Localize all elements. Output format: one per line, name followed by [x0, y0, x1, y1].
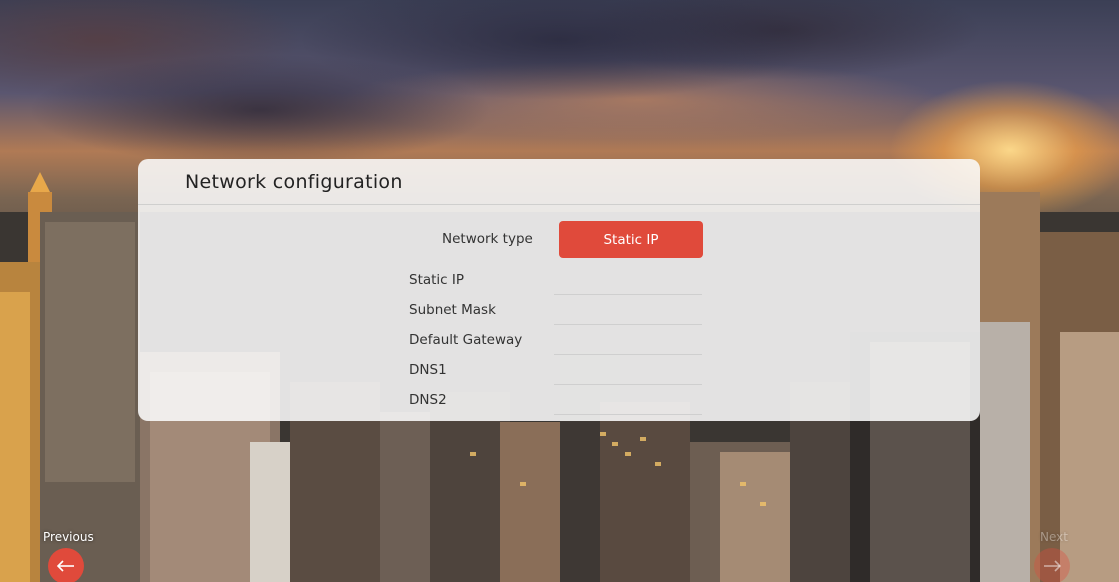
field-label: Subnet Mask: [409, 302, 496, 318]
field-label: DNS2: [409, 392, 447, 408]
network-type-label: Network type: [442, 231, 533, 247]
field-default-gateway: Default Gateway: [409, 330, 709, 355]
static-ip-input[interactable]: [554, 270, 702, 295]
network-config-panel: Network configuration Network type Stati…: [138, 159, 980, 421]
title-divider: [138, 204, 980, 205]
field-dns2: DNS2: [409, 390, 709, 415]
dns2-input[interactable]: [554, 390, 702, 415]
next-button[interactable]: [1034, 548, 1070, 582]
field-label: DNS1: [409, 362, 447, 378]
field-label: Static IP: [409, 272, 465, 288]
background: Network configuration Network type Stati…: [0, 0, 1119, 582]
subnet-mask-input[interactable]: [554, 300, 702, 325]
field-dns1: DNS1: [409, 360, 709, 385]
next-label: Next: [1040, 530, 1068, 544]
previous-label: Previous: [43, 530, 94, 544]
network-type-button[interactable]: Static IP: [559, 221, 703, 258]
arrow-right-icon: [1044, 560, 1062, 572]
page-title: Network configuration: [185, 171, 403, 193]
default-gateway-input[interactable]: [554, 330, 702, 355]
arrow-left-icon: [56, 560, 74, 572]
field-subnet-mask: Subnet Mask: [409, 300, 709, 325]
field-static-ip: Static IP: [409, 270, 709, 295]
field-label: Default Gateway: [409, 332, 523, 348]
dns1-input[interactable]: [554, 360, 702, 385]
previous-button[interactable]: [48, 548, 84, 582]
